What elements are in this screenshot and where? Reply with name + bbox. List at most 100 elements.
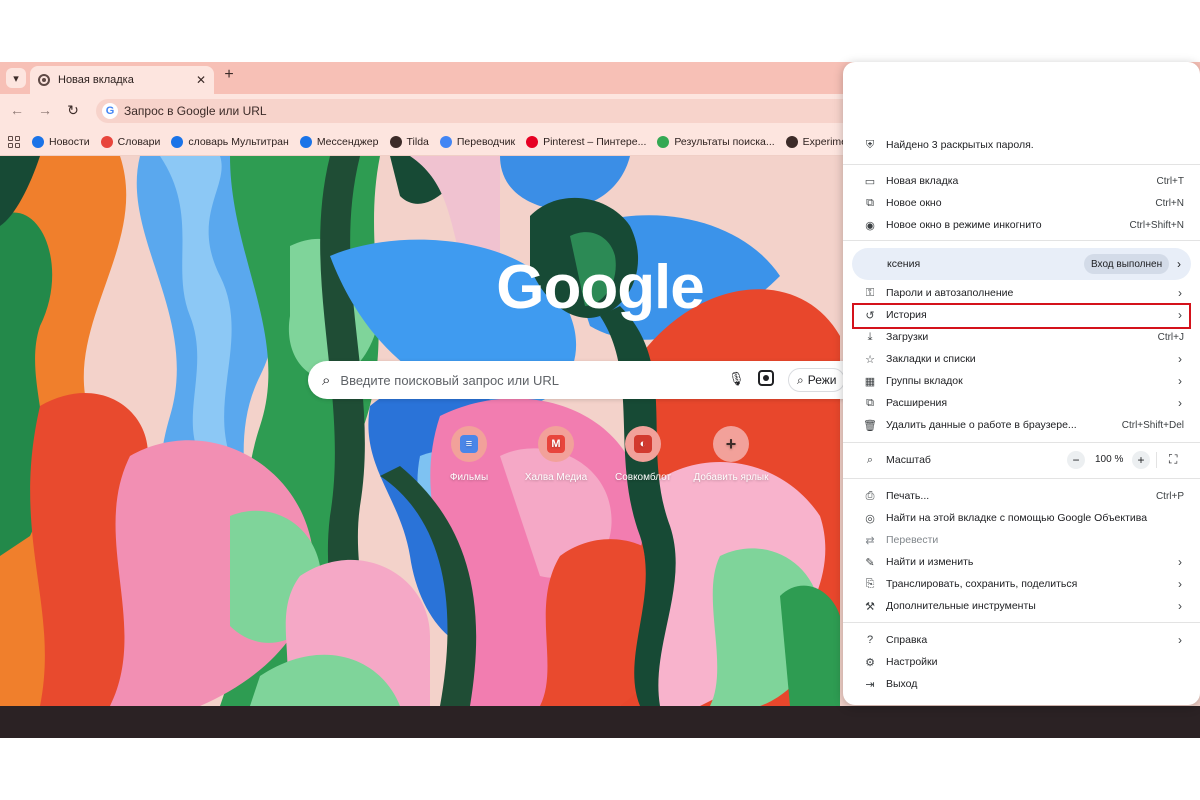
menu-item-downloads[interactable]: ⤓ Загрузки Ctrl+J bbox=[843, 326, 1200, 348]
chevron-right-icon: › bbox=[1178, 374, 1182, 388]
arrow-right-icon: → bbox=[38, 102, 52, 118]
menu-item-cast[interactable]: ⎘ Транслировать, сохранить, поделиться › bbox=[843, 573, 1200, 595]
forward-button[interactable]: → bbox=[36, 102, 54, 118]
menu-item-find[interactable]: ✎ Найти и изменить › bbox=[843, 551, 1200, 573]
menu-item-passwords[interactable]: ⚿ Пароли и автозаполнение › bbox=[843, 282, 1200, 304]
microphone-icon[interactable]: 🎙 bbox=[728, 371, 745, 387]
divider bbox=[843, 240, 1200, 241]
shortcut-label: Фильмы bbox=[449, 472, 489, 483]
chevron-right-icon: › bbox=[1178, 599, 1182, 613]
shortcut-tile[interactable]: ◐ Совкомблот bbox=[598, 426, 688, 483]
bookmark-label: Словари bbox=[117, 135, 161, 148]
fullscreen-icon[interactable]: ⛶ bbox=[1169, 452, 1177, 467]
pinterest-icon bbox=[526, 135, 539, 148]
menu-item-label: Новое окно в режиме инкогнито bbox=[886, 219, 1042, 231]
history-highlight-box bbox=[852, 303, 1191, 329]
zoom-icon: ⌕ bbox=[866, 453, 874, 466]
menu-item-google-lens[interactable]: ◎ Найти на этой вкладке с помощью Google … bbox=[843, 507, 1200, 529]
shortcut-tile[interactable]: ≡ Фильмы bbox=[424, 426, 514, 483]
bookmark-item[interactable]: Словари bbox=[100, 135, 161, 148]
bookmark-item[interactable]: Результаты поиска... bbox=[657, 135, 775, 148]
menu-item-label: Расширения bbox=[886, 397, 948, 409]
shortcut-text: Ctrl+N bbox=[1155, 197, 1184, 209]
site-icon: ≡ bbox=[460, 435, 478, 453]
bookmark-item[interactable]: Переводчик bbox=[439, 135, 516, 148]
multitran-icon bbox=[171, 135, 184, 148]
tab-search-button[interactable]: ▾ bbox=[6, 68, 26, 88]
trash-icon: 🗑 bbox=[863, 419, 877, 432]
ntp-search-box[interactable]: ⌕ Введите поисковый запрос или URL 🎙 ⌕ Ре… bbox=[308, 361, 868, 399]
bookmark-label: Переводчик bbox=[456, 135, 516, 148]
reload-icon: ↻ bbox=[67, 102, 79, 118]
menu-item-help[interactable]: ? Справка › bbox=[843, 629, 1200, 651]
zoom-level: 100 % bbox=[1095, 454, 1124, 465]
chevron-right-icon: › bbox=[1178, 352, 1182, 366]
chevron-right-icon: › bbox=[1177, 257, 1181, 271]
find-edit-icon: ✎ bbox=[865, 556, 875, 569]
menu-item-extensions[interactable]: ⧉ Расширения › bbox=[843, 392, 1200, 414]
shortcut-text: Ctrl+Shift+N bbox=[1129, 219, 1184, 231]
dictionary-icon bbox=[100, 135, 113, 148]
zoom-out-button[interactable]: − bbox=[1067, 451, 1085, 469]
menu-item-incognito[interactable]: ◉ Новое окно в режиме инкогнито Ctrl+Shift… bbox=[843, 214, 1200, 236]
arrow-left-icon: ← bbox=[10, 102, 24, 118]
bookmark-item[interactable]: Мессенджер bbox=[299, 135, 379, 148]
menu-item-new-tab[interactable]: ▭ Новая вкладка Ctrl+T bbox=[843, 170, 1200, 192]
menu-item-profile[interactable]: ксения Вход выполнен › bbox=[852, 248, 1191, 280]
back-button[interactable]: ← bbox=[8, 102, 26, 118]
menu-item-settings[interactable]: ⚙ Настройки bbox=[843, 651, 1200, 673]
menu-item-new-window[interactable]: ⧉ Новое окно Ctrl+N bbox=[843, 192, 1200, 214]
menu-item-label: Печать... bbox=[886, 490, 930, 502]
menu-item-label: Перевести bbox=[886, 534, 939, 546]
printer-icon: ⎙ bbox=[865, 489, 875, 502]
menu-item-zoom: ⌕ Масштаб − 100 % + ⛶ bbox=[843, 448, 1200, 472]
menu-item-bookmarks[interactable]: ☆ Закладки и списки › bbox=[843, 348, 1200, 370]
zoom-in-button[interactable]: + bbox=[1132, 451, 1150, 469]
chevron-right-icon: › bbox=[1178, 633, 1182, 647]
divider bbox=[843, 164, 1200, 165]
chevron-right-icon: › bbox=[1178, 555, 1182, 569]
ai-mode-button[interactable]: ⌕ Режи bbox=[788, 368, 846, 392]
shortcut-icon: + bbox=[713, 426, 749, 462]
profile-name: ксения bbox=[887, 258, 921, 270]
shortcut-icon: ≡ bbox=[451, 426, 487, 462]
menu-item-tab-groups[interactable]: ▦ Группы вкладок › bbox=[843, 370, 1200, 392]
menu-item-exit[interactable]: ⇥ Выход bbox=[843, 673, 1200, 695]
menu-item-label: Закладки и списки bbox=[886, 353, 976, 365]
exit-icon: ⇥ bbox=[865, 678, 875, 691]
menu-item-clear-data[interactable]: 🗑 Удалить данные о работе в браузере... Ct… bbox=[843, 414, 1200, 436]
menu-item-password-alert[interactable]: ⛨ Найдено 3 раскрытых пароля. bbox=[843, 134, 1200, 156]
divider bbox=[843, 622, 1200, 623]
messenger-icon bbox=[299, 135, 312, 148]
shortcut-tile[interactable]: M Халва Медиа bbox=[511, 426, 601, 483]
menu-item-more-tools[interactable]: ⚒ Дополнительные инструменты › bbox=[843, 595, 1200, 617]
shortcut-text: Ctrl+J bbox=[1157, 331, 1184, 343]
menu-item-label: Справка bbox=[886, 634, 928, 646]
tab-new-tab[interactable]: Новая вкладка ✕ bbox=[30, 66, 214, 94]
new-tab-button[interactable]: + bbox=[220, 66, 238, 84]
bookmark-item[interactable]: Pinterest – Пинтере... bbox=[526, 135, 646, 148]
chevron-right-icon: › bbox=[1178, 286, 1182, 300]
bookmark-item[interactable]: Tilda bbox=[389, 135, 429, 148]
menu-item-label: Масштаб bbox=[886, 454, 931, 466]
help-icon: ? bbox=[866, 634, 874, 646]
menu-item-print[interactable]: ⎙ Печать... Ctrl+P bbox=[843, 485, 1200, 507]
site-icon: M bbox=[547, 435, 565, 453]
shortcut-tile[interactable]: + Добавить ярлык bbox=[686, 426, 776, 483]
reload-button[interactable]: ↻ bbox=[64, 102, 82, 119]
close-icon[interactable]: ✕ bbox=[196, 73, 206, 87]
google-lens-icon[interactable] bbox=[758, 370, 774, 386]
bookmark-label: Мессенджер bbox=[316, 135, 379, 148]
experimental-icon bbox=[785, 135, 798, 148]
key-icon: ⚿ bbox=[865, 286, 875, 299]
grid-icon: ▦ bbox=[864, 375, 876, 388]
shortcut-icon: M bbox=[538, 426, 574, 462]
apps-icon[interactable] bbox=[8, 135, 20, 148]
divider bbox=[843, 478, 1200, 479]
menu-item-translate[interactable]: ⇄ Перевести bbox=[843, 529, 1200, 551]
menu-item-label: Удалить данные о работе в браузере... bbox=[886, 419, 1077, 431]
chrome-icon bbox=[38, 74, 50, 86]
bookmark-item[interactable]: Новости bbox=[32, 135, 90, 148]
bookmark-item[interactable]: словарь Мультитран bbox=[171, 135, 289, 148]
menu-item-label: Найти и изменить bbox=[886, 556, 974, 568]
